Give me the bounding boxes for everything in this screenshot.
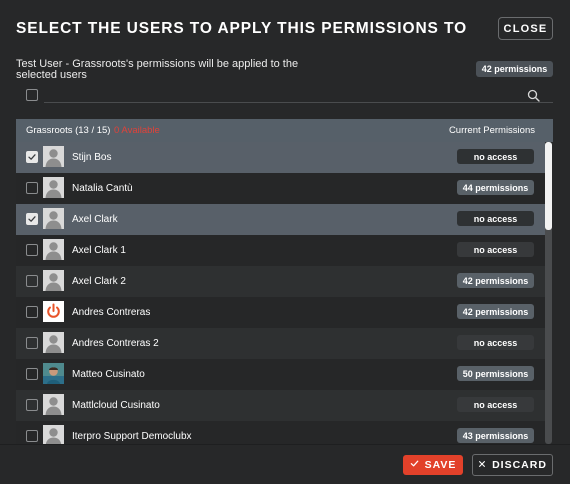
description-text: Test User - Grassroots's permissions wil… [16, 58, 299, 81]
table-row[interactable]: Mattlcloud Cusinato no access [16, 390, 545, 421]
table-row[interactable]: Natalia Cantù 44 permissions [16, 173, 545, 204]
footer-divider [0, 444, 570, 445]
row-checkbox[interactable] [26, 399, 38, 411]
group-available-warning: 0 Available [114, 125, 160, 136]
search-input[interactable] [46, 88, 536, 102]
user-name: Natalia Cantù [72, 183, 133, 194]
table-row[interactable]: Axel Clark no access [16, 204, 545, 235]
select-all-checkbox[interactable] [26, 89, 38, 101]
total-permissions-badge: 42 permissions [476, 61, 553, 77]
row-checkbox[interactable] [26, 306, 38, 318]
save-label: SAVE [424, 459, 457, 471]
users-rows: Stijn Bos no access Natalia Cantù 44 permis… [16, 142, 545, 444]
permissions-badge: 44 permissions [457, 180, 534, 195]
permissions-badge: no access [457, 397, 534, 412]
user-name: Matteo Cusinato [72, 369, 145, 380]
avatar [43, 301, 64, 322]
permissions-badge: no access [457, 149, 534, 164]
permissions-badge: 43 permissions [457, 428, 534, 443]
search-underline [44, 102, 553, 103]
x-icon [478, 459, 486, 471]
user-name: Mattlcloud Cusinato [72, 400, 160, 411]
user-name: Stijn Bos [72, 152, 112, 163]
current-permissions-header: Current Permissions [448, 125, 535, 136]
search-icon[interactable] [527, 89, 540, 102]
permissions-badge: 50 permissions [457, 366, 534, 381]
table-row[interactable]: Axel Clark 1 no access [16, 235, 545, 266]
table-row[interactable]: Axel Clark 2 42 permissions [16, 266, 545, 297]
avatar [43, 177, 64, 198]
row-checkbox[interactable] [26, 182, 38, 194]
avatar [43, 363, 64, 384]
table-row[interactable]: Andres Contreras 2 no access [16, 328, 545, 359]
user-name: Iterpro Support Democlubx [72, 431, 192, 442]
permissions-badge: 42 permissions [457, 273, 534, 288]
avatar [43, 239, 64, 260]
table-row[interactable]: Matteo Cusinato 50 permissions [16, 359, 545, 390]
close-button[interactable]: CLOSE [498, 17, 553, 40]
user-name: Axel Clark [72, 214, 118, 225]
scrollbar-thumb[interactable] [545, 142, 552, 230]
avatar [43, 146, 64, 167]
list-header: Grassroots (13 / 15) 0 Available Current… [16, 119, 553, 142]
row-checkbox[interactable] [26, 337, 38, 349]
avatar [43, 270, 64, 291]
group-name: Grassroots (13 / 15) [26, 125, 111, 136]
permissions-badge: 42 permissions [457, 304, 534, 319]
table-row[interactable]: Stijn Bos no access [16, 142, 545, 173]
user-name: Andres Contreras [72, 307, 151, 318]
modal-title: SELECT THE USERS TO APPLY THIS PERMISSIO… [16, 20, 468, 37]
discard-label: DISCARD [492, 459, 547, 471]
row-checkbox[interactable] [26, 244, 38, 256]
user-name: Axel Clark 1 [72, 245, 126, 256]
avatar [43, 394, 64, 415]
user-name: Andres Contreras 2 [72, 338, 159, 349]
table-row[interactable]: Andres Contreras 42 permissions [16, 297, 545, 328]
save-button[interactable]: SAVE [403, 455, 463, 475]
avatar [43, 332, 64, 353]
avatar [43, 208, 64, 229]
permissions-badge: no access [457, 211, 534, 226]
table-row[interactable]: Iterpro Support Democlubx 43 permissions [16, 421, 545, 444]
permissions-badge: no access [457, 242, 534, 257]
row-checkbox[interactable] [26, 430, 38, 442]
check-icon [410, 459, 419, 471]
user-name: Axel Clark 2 [72, 276, 126, 287]
row-checkbox[interactable] [26, 151, 38, 163]
users-list-panel: Grassroots (13 / 15) 0 Available Current… [16, 119, 553, 444]
row-checkbox[interactable] [26, 275, 38, 287]
row-checkbox[interactable] [26, 368, 38, 380]
discard-button[interactable]: DISCARD [472, 454, 553, 476]
avatar [43, 425, 64, 444]
row-checkbox[interactable] [26, 213, 38, 225]
permissions-badge: no access [457, 335, 534, 350]
